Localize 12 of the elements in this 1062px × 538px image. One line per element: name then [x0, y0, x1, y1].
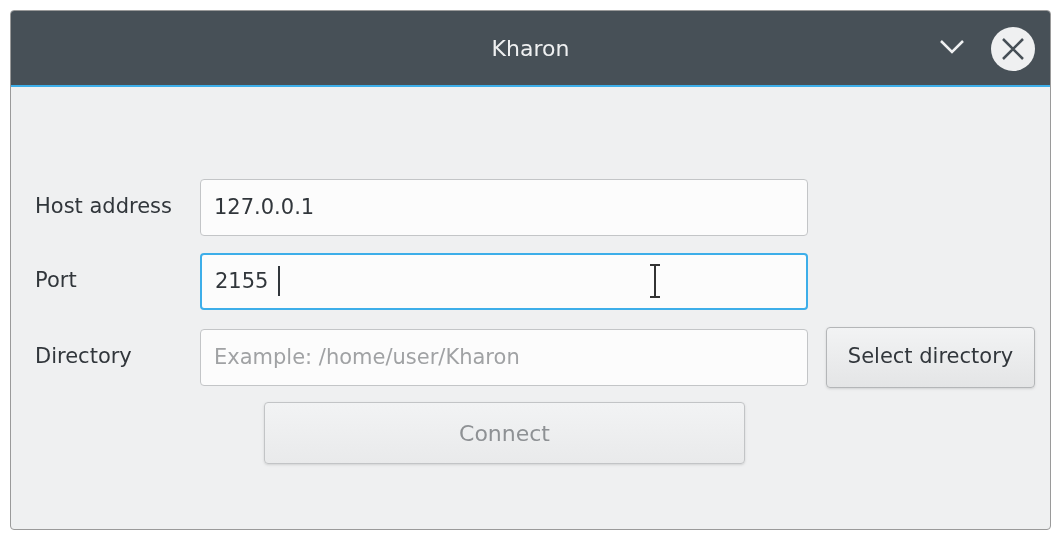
close-icon[interactable]	[991, 27, 1035, 71]
select-directory-button[interactable]: Select directory	[826, 326, 1035, 388]
chevron-down-icon[interactable]	[939, 39, 965, 55]
field-label: Host address	[35, 193, 173, 221]
text-cursor-icon	[648, 263, 662, 299]
field-label: Directory	[35, 343, 133, 371]
input-field[interactable]: 2155	[200, 252, 808, 310]
input-field[interactable]: 127.0.0.1	[200, 178, 808, 236]
input-field[interactable]: Example: /home/user/Kharon	[200, 328, 808, 386]
text-caret	[278, 266, 280, 296]
window-title: Kharon	[491, 34, 570, 63]
field-label: Port	[35, 267, 78, 295]
